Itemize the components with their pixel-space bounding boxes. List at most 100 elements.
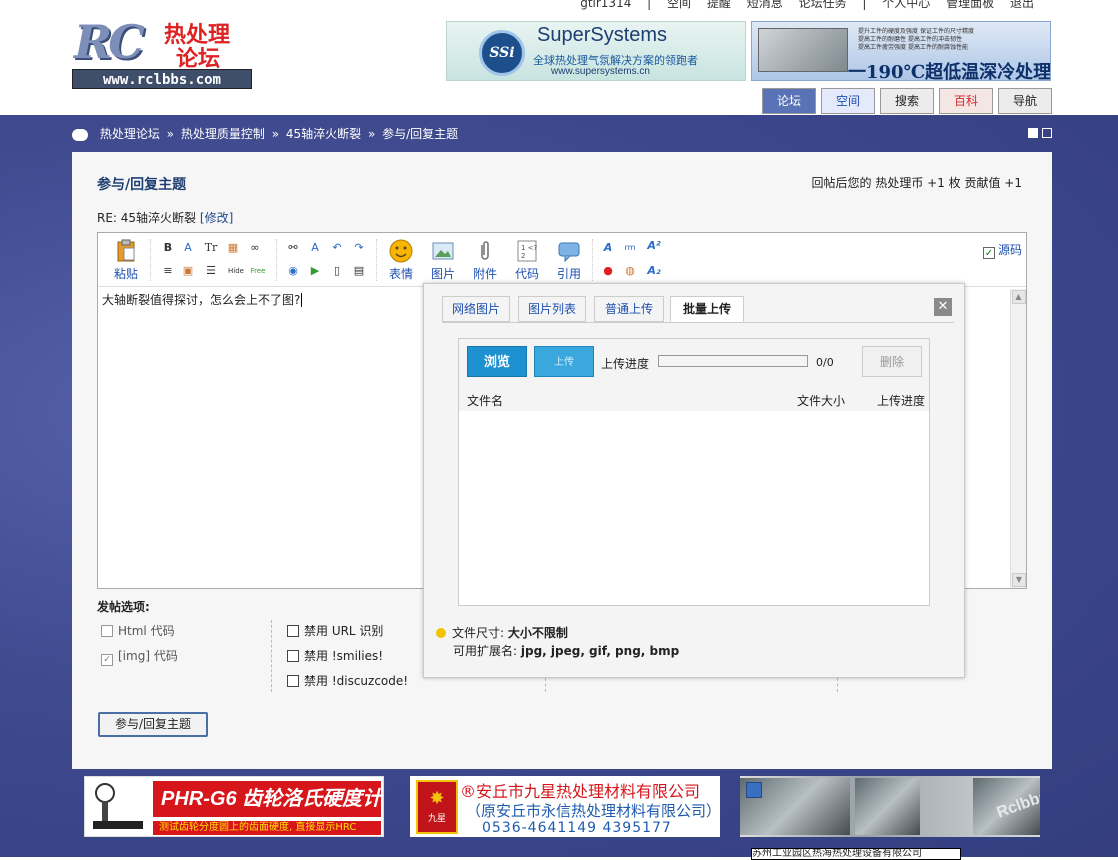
editor-textarea[interactable]: 大轴断裂值得探讨，怎么会上不了图? <box>102 291 303 308</box>
layout-toggle <box>1024 127 1052 141</box>
editor-scrollbar[interactable]: ▲ ▼ <box>1010 289 1026 588</box>
ad2-former-name: （原安丘市永信热处理材料有限公司） <box>466 802 722 820</box>
table-icon[interactable]: ▦ <box>226 241 240 255</box>
crumb-thread[interactable]: 45轴淬火断裂 <box>286 127 361 141</box>
option-disable-discuzcode[interactable]: 禁用 !discuzcode! <box>287 672 408 689</box>
font-face-icon[interactable]: A <box>601 241 615 255</box>
ad-supersystems[interactable]: SSi SuperSystems 全球热处理气氛解决方案的领跑者 www.sup… <box>446 21 746 81</box>
machine-image <box>758 28 848 72</box>
option-img[interactable]: ✓ [img] 代码 <box>101 647 178 666</box>
clear-format-icon[interactable]: A <box>308 241 322 255</box>
qq-icon[interactable]: ● <box>601 264 615 278</box>
subscript-icon[interactable]: A₂ <box>647 264 661 278</box>
tasks-link[interactable]: 论坛任务 <box>799 0 847 10</box>
ad-feature-list: 提升工件的硬度及强度 保证工件的尺寸精度 提高工件的耐磨性 提高工件的冲击韧性 … <box>858 28 974 51</box>
smiley-icon <box>389 239 413 263</box>
ad-hardness-tester[interactable]: PHR-G6 齿轮洛氏硬度计 测试齿轮分度圆上的齿面硬度, 直接显示HRC <box>84 776 384 837</box>
save-icon[interactable] <box>746 782 762 798</box>
site-logo[interactable]: RC 热处理 论坛 www.rclbbs.com <box>72 15 252 91</box>
wide-layout-icon[interactable] <box>1042 128 1052 138</box>
username-link[interactable]: gtlr1314 <box>580 0 631 10</box>
flash-icon[interactable]: ◍ <box>623 264 637 278</box>
jiuxing-logo-icon: ✸ 九星 <box>416 780 458 834</box>
option-disable-smilies[interactable]: 禁用 !smilies! <box>287 647 383 664</box>
code-button[interactable]: 1 <? 2 代码 <box>510 239 544 282</box>
modify-subject-link[interactable]: [修改] <box>200 211 233 225</box>
logout-link[interactable]: 退出 <box>1010 0 1034 10</box>
ssi-logo-icon: SSi <box>479 30 525 76</box>
rm-icon[interactable]: rm <box>623 241 637 255</box>
superscript-icon[interactable]: A² <box>647 239 661 253</box>
font-size-icon[interactable]: Tr <box>204 241 218 255</box>
quote-bubble-icon <box>558 242 580 263</box>
hardness-gauge-icon <box>93 783 143 829</box>
quote-button[interactable]: 引用 <box>552 239 586 282</box>
source-toggle[interactable]: ✓ 源码 <box>982 241 1022 259</box>
search-replace-icon[interactable]: ◉ <box>286 264 300 278</box>
unlink-icon[interactable]: ⚯ <box>286 241 300 255</box>
undo-icon[interactable]: ↶ <box>330 241 344 255</box>
tab-normal-upload[interactable]: 普通上传 <box>594 296 664 322</box>
admin-link[interactable]: 管理面板 <box>946 0 994 10</box>
post-options-title: 发帖选项: <box>97 600 150 614</box>
option-disable-url[interactable]: 禁用 URL 识别 <box>287 622 383 639</box>
ad2-company: ®安丘市九星热处理材料有限公司 <box>460 782 701 801</box>
option-html[interactable]: Html 代码 <box>101 622 175 639</box>
lightbulb-icon <box>436 628 446 638</box>
upload-button[interactable]: 上传 <box>534 346 594 377</box>
source-checkbox[interactable]: ✓ <box>982 247 995 259</box>
clipboard-icon <box>117 239 135 262</box>
messages-link[interactable]: 短消息 <box>747 0 783 10</box>
nav-tab-space[interactable]: 空间 <box>821 88 875 114</box>
image-button[interactable]: 图片 <box>426 239 460 282</box>
ad-jiuxing[interactable]: ✸ 九星 ®安丘市九星热处理材料有限公司 （原安丘市永信热处理材料有限公司） 0… <box>410 776 722 837</box>
smilies-button[interactable]: 表情 <box>384 239 418 282</box>
hide-icon[interactable]: Hide <box>226 264 246 278</box>
scroll-up-icon[interactable]: ▲ <box>1011 290 1026 304</box>
nav-tab-navigation[interactable]: 导航 <box>998 88 1052 114</box>
site-header: gtlr1314 | 空间 提醒 短消息 论坛任务 | 个人中心 管理面板 退出… <box>0 0 1118 115</box>
page-break-icon[interactable]: ▤ <box>352 264 366 278</box>
chat-bubble-icon <box>72 128 88 141</box>
file-list[interactable] <box>459 411 929 605</box>
profile-link[interactable]: 个人中心 <box>882 0 930 10</box>
narrow-layout-icon[interactable] <box>1028 128 1038 138</box>
code-icon: 1 <?2 <box>517 240 538 262</box>
free-icon[interactable]: Free <box>248 264 268 278</box>
browse-button[interactable]: 浏览 <box>467 346 527 377</box>
nav-tab-search[interactable]: 搜索 <box>880 88 934 114</box>
crumb-category[interactable]: 热处理质量控制 <box>181 127 265 141</box>
page-icon[interactable]: ▯ <box>330 264 344 278</box>
submit-reply-button[interactable]: 参与/回复主题 <box>98 712 208 737</box>
space-link[interactable]: 空间 <box>667 0 691 10</box>
crumb-forum[interactable]: 热处理论坛 <box>100 127 160 141</box>
ad-equipment-photos[interactable]: Rclbbs <box>740 776 1040 837</box>
col-filesize: 文件大小 <box>797 394 846 408</box>
breadcrumb: 热处理论坛 » 热处理质量控制 » 45轴淬火断裂 » 参与/回复主题 <box>72 125 458 142</box>
logo-url: www.rclbbs.com <box>72 69 252 89</box>
ad1-title: PHR-G6 齿轮洛氏硬度计 <box>153 781 382 817</box>
notice-link[interactable]: 提醒 <box>707 0 731 10</box>
media-icon[interactable]: ▶ <box>308 264 322 278</box>
attachment-button[interactable]: 附件 <box>468 239 502 282</box>
font-color-icon[interactable]: A <box>181 241 195 255</box>
ad-cryogenic[interactable]: 提升工件的硬度及强度 保证工件的尺寸精度 提高工件的耐磨性 提高工件的冲击韧性 … <box>751 21 1051 81</box>
align-icon[interactable]: ≡ <box>161 264 175 278</box>
col-filename: 文件名 <box>467 394 504 408</box>
picture-icon <box>432 242 454 260</box>
close-icon[interactable]: ✕ <box>934 298 952 316</box>
nav-tab-wiki[interactable]: 百科 <box>939 88 993 114</box>
image-insert-icon[interactable]: ▣ <box>181 264 195 278</box>
delete-button[interactable]: 删除 <box>862 346 922 377</box>
scroll-down-icon[interactable]: ▼ <box>1012 573 1026 587</box>
bold-icon[interactable]: B <box>161 241 175 255</box>
tab-image-list[interactable]: 图片列表 <box>518 296 586 322</box>
list-icon[interactable]: ☰ <box>204 264 218 278</box>
redo-icon[interactable]: ↷ <box>352 241 366 255</box>
tab-batch-upload[interactable]: 批量上传 <box>670 296 744 322</box>
paste-button[interactable]: 粘贴 <box>108 239 144 282</box>
nav-tab-forum[interactable]: 论坛 <box>762 88 816 114</box>
link-icon[interactable]: ∞ <box>248 241 262 255</box>
tab-web-image[interactable]: 网络图片 <box>442 296 510 322</box>
progress-label: 上传进度 <box>601 357 650 371</box>
